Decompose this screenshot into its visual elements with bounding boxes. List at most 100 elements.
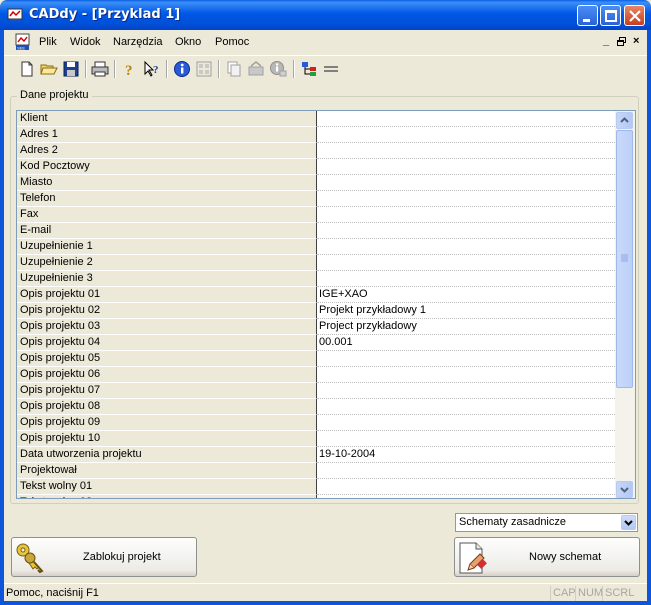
info-disabled-icon[interactable] bbox=[268, 59, 288, 79]
maximize-button[interactable] bbox=[600, 5, 621, 26]
table-row[interactable]: Opis projektu 09 bbox=[17, 415, 615, 431]
table-row[interactable]: Opis projektu 03 Project przykładowy bbox=[17, 319, 615, 335]
minimize-button[interactable] bbox=[577, 5, 598, 26]
menu-plik[interactable]: Plik bbox=[39, 36, 57, 48]
table-row[interactable]: Tekst wolny 01 bbox=[17, 479, 615, 495]
table-row[interactable]: Tekst wolny 02 bbox=[17, 495, 615, 498]
table-row[interactable]: Opis projektu 06 bbox=[17, 367, 615, 383]
lines-icon[interactable] bbox=[321, 59, 341, 79]
table-row[interactable]: Opis projektu 07 bbox=[17, 383, 615, 399]
context-help-icon[interactable]: ? bbox=[142, 59, 162, 79]
move-icon[interactable] bbox=[246, 59, 266, 79]
row-value-input[interactable]: 19-10-2004 bbox=[317, 447, 615, 463]
row-value-input[interactable] bbox=[317, 127, 615, 143]
app-icon[interactable] bbox=[7, 7, 23, 23]
row-value-input[interactable] bbox=[317, 399, 615, 415]
num-lock-indicator: NUM bbox=[575, 586, 605, 601]
mdi-close-button[interactable]: × bbox=[633, 35, 639, 47]
grid-icon[interactable] bbox=[194, 59, 214, 79]
toolbar-separator bbox=[166, 60, 168, 78]
menu-okno[interactable]: Okno bbox=[175, 36, 201, 48]
new-document-icon[interactable] bbox=[17, 59, 37, 79]
row-value-input[interactable] bbox=[317, 271, 615, 287]
scroll-up-button[interactable] bbox=[616, 112, 633, 129]
new-schema-button[interactable]: Nowy schemat bbox=[454, 537, 640, 577]
row-value-input[interactable]: IGE+XAO bbox=[317, 287, 615, 303]
table-row[interactable]: Projektował bbox=[17, 463, 615, 479]
table-row[interactable]: Opis projektu 10 bbox=[17, 431, 615, 447]
menu-pomoc[interactable]: Pomoc bbox=[215, 36, 249, 48]
row-value-input[interactable] bbox=[317, 495, 615, 498]
window-frame-right bbox=[647, 30, 651, 605]
table-row[interactable]: Opis projektu 08 bbox=[17, 399, 615, 415]
help-icon[interactable]: ? bbox=[120, 59, 140, 79]
row-value-input[interactable] bbox=[317, 383, 615, 399]
schema-type-select[interactable]: Schematy zasadnicze bbox=[455, 513, 638, 532]
title-bar: CADdy - [Przyklad 1] bbox=[0, 0, 651, 30]
row-label: Telefon bbox=[17, 191, 317, 207]
copy-page-icon[interactable] bbox=[224, 59, 244, 79]
svg-text:?: ? bbox=[125, 63, 133, 79]
row-value-input[interactable] bbox=[317, 463, 615, 479]
toolbar: ? ? bbox=[4, 55, 647, 81]
row-value-input[interactable] bbox=[317, 239, 615, 255]
row-label: Opis projektu 02 bbox=[17, 303, 317, 319]
row-value-input[interactable] bbox=[317, 159, 615, 175]
table-row[interactable]: Uzupełnienie 3 bbox=[17, 271, 615, 287]
row-value-input[interactable] bbox=[317, 351, 615, 367]
row-value-input[interactable]: Projekt przykładowy 1 bbox=[317, 303, 615, 319]
table-row[interactable]: Fax bbox=[17, 207, 615, 223]
close-button[interactable] bbox=[624, 5, 645, 26]
row-value-input[interactable] bbox=[317, 191, 615, 207]
print-icon[interactable] bbox=[90, 59, 110, 79]
groupbox-title: Dane projektu bbox=[17, 89, 92, 101]
row-label: Opis projektu 08 bbox=[17, 399, 317, 415]
table-row[interactable]: Miasto bbox=[17, 175, 615, 191]
table-row[interactable]: Opis projektu 04 00.001 bbox=[17, 335, 615, 351]
table-row[interactable]: Opis projektu 01 IGE+XAO bbox=[17, 287, 615, 303]
table-row[interactable]: Uzupełnienie 2 bbox=[17, 255, 615, 271]
mdi-minimize-button[interactable]: _ bbox=[603, 35, 609, 47]
row-label: Opis projektu 06 bbox=[17, 367, 317, 383]
row-label: Adres 1 bbox=[17, 127, 317, 143]
row-value-input[interactable] bbox=[317, 367, 615, 383]
vertical-scrollbar[interactable] bbox=[615, 111, 635, 498]
row-value-input[interactable] bbox=[317, 255, 615, 271]
table-row[interactable]: Opis projektu 05 bbox=[17, 351, 615, 367]
chevron-down-icon[interactable] bbox=[621, 515, 636, 530]
svg-text:?: ? bbox=[153, 64, 159, 76]
info-icon[interactable] bbox=[172, 59, 192, 79]
row-value-input[interactable] bbox=[317, 415, 615, 431]
row-label: Uzupełnienie 3 bbox=[17, 271, 317, 287]
scroll-down-button[interactable] bbox=[616, 481, 633, 498]
table-row[interactable]: Adres 1 bbox=[17, 127, 615, 143]
row-value-input[interactable]: 00.001 bbox=[317, 335, 615, 351]
row-value-input[interactable]: Project przykładowy bbox=[317, 319, 615, 335]
lock-project-button[interactable]: Zablokuj projekt bbox=[11, 537, 197, 577]
row-value-input[interactable] bbox=[317, 479, 615, 495]
table-row[interactable]: E-mail bbox=[17, 223, 615, 239]
table-row[interactable]: Data utworzenia projektu 19-10-2004 bbox=[17, 447, 615, 463]
save-icon[interactable] bbox=[61, 59, 81, 79]
row-label: Opis projektu 10 bbox=[17, 431, 317, 447]
menu-narzedzia[interactable]: Narzędzia bbox=[113, 36, 163, 48]
table-row[interactable]: Uzupełnienie 1 bbox=[17, 239, 615, 255]
table-row[interactable]: Klient bbox=[17, 111, 615, 127]
row-value-input[interactable] bbox=[317, 207, 615, 223]
table-row[interactable]: Kod Pocztowy bbox=[17, 159, 615, 175]
row-value-input[interactable] bbox=[317, 111, 615, 127]
row-label: Opis projektu 05 bbox=[17, 351, 317, 367]
document-icon[interactable]: SEE bbox=[14, 33, 32, 51]
menu-widok[interactable]: Widok bbox=[70, 36, 101, 48]
row-value-input[interactable] bbox=[317, 431, 615, 447]
scroll-thumb[interactable] bbox=[616, 130, 633, 388]
mdi-restore-icon[interactable] bbox=[617, 35, 626, 49]
row-value-input[interactable] bbox=[317, 223, 615, 239]
table-row[interactable]: Telefon bbox=[17, 191, 615, 207]
row-value-input[interactable] bbox=[317, 175, 615, 191]
open-folder-icon[interactable] bbox=[39, 59, 59, 79]
hierarchy-icon[interactable] bbox=[299, 59, 319, 79]
table-row[interactable]: Opis projektu 02 Projekt przykładowy 1 bbox=[17, 303, 615, 319]
table-row[interactable]: Adres 2 bbox=[17, 143, 615, 159]
row-value-input[interactable] bbox=[317, 143, 615, 159]
